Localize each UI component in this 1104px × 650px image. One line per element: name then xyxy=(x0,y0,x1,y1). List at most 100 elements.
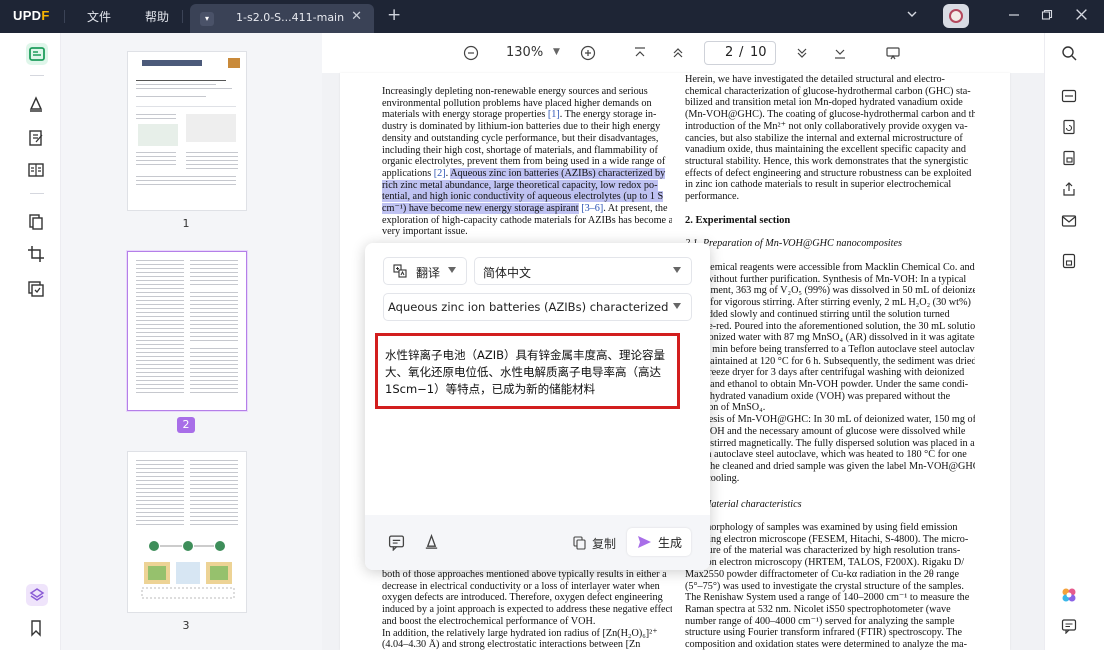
last-page-icon[interactable] xyxy=(832,45,848,61)
text-span: All chemical reagents were accessible fr… xyxy=(685,262,975,273)
copy-icon[interactable] xyxy=(573,536,587,550)
zoom-level[interactable]: 130% xyxy=(506,45,543,60)
text-span: organic electrolytes, prevent them from … xyxy=(382,156,666,168)
highlighted-text: Aqueous zinc ion batteries (AZIBs) chara… xyxy=(450,167,666,179)
tab-close-icon[interactable]: ✕ xyxy=(351,9,362,24)
translate-popup: 翻译 简体中文 Aqueous zinc ion batteries (AZIB… xyxy=(365,243,710,570)
email-icon[interactable] xyxy=(1061,213,1077,229)
text-span: Teflon autoclave steel autoclave, which … xyxy=(685,449,967,461)
layers-icon[interactable] xyxy=(26,584,48,606)
close-window-icon[interactable] xyxy=(1075,8,1088,21)
maximize-icon[interactable] xyxy=(1041,9,1053,21)
text-span: day. The cleaned and dried sample was gi… xyxy=(685,460,975,472)
page-number-input[interactable]: 2 / 10 xyxy=(704,41,776,65)
text-span: composition and oxidation states were de… xyxy=(685,639,968,650)
thumbnail-page-2[interactable] xyxy=(127,251,247,411)
thumbnail-label-1: 1 xyxy=(182,217,190,230)
text-line: orange-red. Poured into the aforemention… xyxy=(685,321,975,332)
source-text-dropdown[interactable]: Aqueous zinc ion batteries (AZIBs) chara… xyxy=(383,293,692,321)
ocr-icon[interactable] xyxy=(1061,88,1077,104)
thumbnail-page-3[interactable] xyxy=(127,451,247,613)
text-span: very important issue. xyxy=(382,226,468,238)
comment-icon[interactable] xyxy=(27,95,45,113)
form-icon[interactable] xyxy=(27,161,45,179)
mode-label: 翻译 xyxy=(416,266,441,280)
text-line: and boost the electrochemical performanc… xyxy=(382,616,672,627)
stamp-icon[interactable] xyxy=(27,280,45,298)
text-line: vanadium oxide, thus maintaining the exc… xyxy=(685,144,975,155)
chat-icon[interactable] xyxy=(1061,618,1077,634)
user-avatar[interactable] xyxy=(943,4,969,28)
text-line: performance. xyxy=(685,191,975,202)
previous-page-icon[interactable] xyxy=(670,45,686,61)
citation-link[interactable]: [3–6] xyxy=(581,203,603,214)
new-tab-button[interactable]: + xyxy=(387,5,401,25)
text-line: being stirred magnetically. The fully di… xyxy=(685,438,975,449)
text-span: chemical characterization of glucose-hyd… xyxy=(685,85,971,97)
tab-dropdown-icon[interactable]: ▾ xyxy=(200,12,214,26)
text-line: organic electrolytes, prevent them from … xyxy=(382,156,672,167)
reader-icon[interactable] xyxy=(26,43,48,65)
text-span: effects of defect engineering and struct… xyxy=(685,167,972,179)
translation-result-box[interactable]: 水性锌离子电池（AZIB）具有锌金属丰度高、理论容量大、氧化还原电位低、水性电解… xyxy=(375,333,680,409)
copy-button[interactable]: 复制 xyxy=(592,535,616,552)
text-line: Max2550 powder diffractometer of Cu-kα r… xyxy=(685,569,975,580)
share-icon[interactable] xyxy=(1061,181,1077,197)
text-line: density and outstanding cycle performanc… xyxy=(382,133,672,144)
text-span: materials with energy storage properties xyxy=(382,109,548,121)
menu-help[interactable]: 帮助 xyxy=(145,8,169,25)
text-span: (4.04–4.30 Å) and strong electrostatic i… xyxy=(382,639,641,650)
citation-link[interactable]: [2] xyxy=(434,168,446,179)
send-icon xyxy=(637,535,652,549)
text-line: applications [2]. Aqueous zinc ion batte… xyxy=(382,167,672,179)
convert-icon[interactable] xyxy=(1061,119,1077,135)
minimize-icon[interactable] xyxy=(1008,9,1020,21)
text-line: introduction of the Mn²⁺ not only collab… xyxy=(685,121,975,132)
target-language-dropdown[interactable]: 简体中文 xyxy=(474,257,692,285)
text-span: environmental pollution problems have pl… xyxy=(382,97,652,109)
organize-icon[interactable] xyxy=(27,213,45,231)
text-span: was added slowly and continued stirring … xyxy=(685,308,950,320)
text-line: structure of the material was characteri… xyxy=(685,545,975,556)
text-span: experiment, 363 mg of V₂O₅ (99%) was dis… xyxy=(685,285,975,297)
generate-button[interactable]: 生成 xyxy=(627,528,691,556)
ai-assistant-icon[interactable] xyxy=(1061,587,1077,603)
save-icon[interactable] xyxy=(1061,253,1077,269)
zoom-out-icon[interactable] xyxy=(463,45,479,61)
text-line: cm⁻¹) have become new energy storage asp… xyxy=(382,203,672,214)
text-span: mission electron microscopy (HRTEM, TALO… xyxy=(685,557,965,569)
zoom-in-icon[interactable] xyxy=(580,45,596,61)
mode-dropdown[interactable]: 翻译 xyxy=(383,257,467,285)
edit-icon[interactable] xyxy=(27,129,45,147)
text-span: In addition, the relatively large hydrat… xyxy=(382,627,658,639)
text-span: water and ethanol to obtain Mn-VOH powde… xyxy=(685,379,969,390)
text-line: materials with energy storage properties… xyxy=(382,109,672,120)
text-span: number range of 400–4000 cm⁻¹) served fo… xyxy=(685,615,955,627)
text-span: being stirred magnetically. The fully di… xyxy=(685,437,975,449)
chevron-down-icon xyxy=(448,267,456,273)
page-separator: / xyxy=(739,45,744,60)
text-line: for 30 min before being transferred to a… xyxy=(685,344,975,355)
crop-icon[interactable] xyxy=(27,245,45,263)
text-span: exploration of high-capacity cathode mat… xyxy=(382,214,672,226)
text-span: dustry is dominated by lithium-ion batte… xyxy=(382,121,661,133)
highlight-icon[interactable] xyxy=(423,533,440,550)
thumbnail-page-1[interactable] xyxy=(127,51,247,211)
zoom-dropdown-icon[interactable]: ▼ xyxy=(553,47,560,57)
search-icon[interactable] xyxy=(1061,45,1077,61)
text-line: exploration of high-capacity cathode mat… xyxy=(382,215,672,226)
text-line: very important issue. xyxy=(382,226,672,237)
menu-file[interactable]: 文件 xyxy=(87,8,111,25)
bookmark-icon[interactable] xyxy=(27,619,45,637)
document-tab[interactable]: ▾ 1-s2.0-S...411-main ✕ xyxy=(190,4,374,33)
presentation-icon[interactable] xyxy=(885,45,901,61)
next-page-icon[interactable] xyxy=(794,45,810,61)
title-bar: UPDF 文件 帮助 ▾ 1-s2.0-S...411-main ✕ + xyxy=(0,0,1104,33)
tabs-dropdown-icon[interactable] xyxy=(906,8,918,20)
protect-icon[interactable] xyxy=(1061,150,1077,166)
text-line: rich zinc metal abundance, large theoret… xyxy=(382,179,672,191)
chat-icon[interactable] xyxy=(388,534,405,551)
citation-link[interactable]: [1] xyxy=(548,109,560,120)
first-page-icon[interactable] xyxy=(632,45,648,61)
text-line: Raman spectra at 532 nm. Nicolet iS50 sp… xyxy=(685,604,975,615)
